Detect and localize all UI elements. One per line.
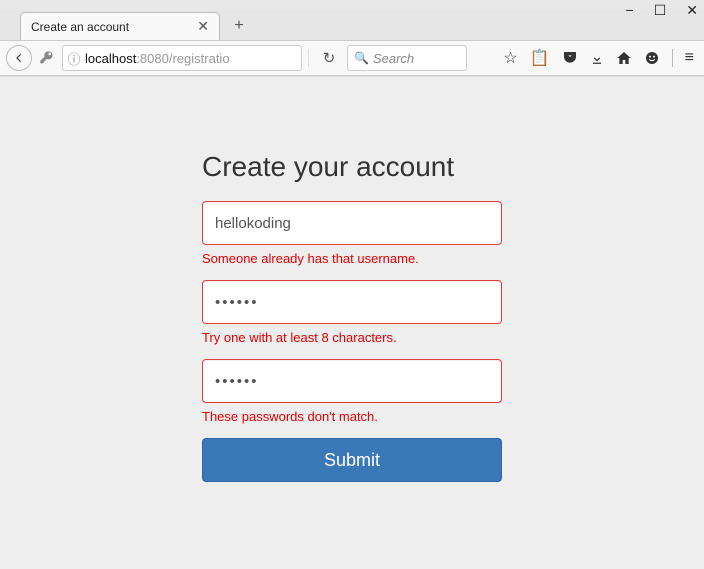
tab-strip: Create an account ✕ + (0, 10, 704, 40)
tab-title: Create an account (31, 20, 193, 34)
browser-tab[interactable]: Create an account ✕ (20, 12, 220, 40)
window-close-button[interactable]: ✕ (686, 2, 698, 19)
toolbar-divider (672, 49, 673, 67)
registration-form: Create your account Someone already has … (202, 151, 502, 569)
page-heading: Create your account (202, 151, 502, 183)
pocket-icon[interactable] (562, 50, 578, 66)
url-text: localhost:8080/registratio (85, 51, 230, 66)
password-error: Try one with at least 8 characters. (202, 330, 502, 345)
library-icon[interactable]: 📋 (530, 48, 550, 68)
window-maximize-button[interactable]: ☐ (654, 2, 667, 19)
page-content: Create your account Someone already has … (0, 76, 704, 569)
submit-button[interactable]: Submit (202, 438, 502, 482)
navigation-toolbar: ⓘ localhost:8080/registratio ↻ 🔍 Search … (0, 40, 704, 76)
downloads-icon[interactable] (590, 51, 604, 65)
search-placeholder: Search (373, 51, 414, 66)
hamburger-menu-icon[interactable]: ≡ (685, 49, 694, 67)
toolbar-icons: ☆ 📋 ≡ (503, 48, 698, 68)
window-titlebar (0, 0, 704, 10)
username-input[interactable] (202, 201, 502, 245)
tab-close-button[interactable]: ✕ (193, 18, 213, 35)
reload-button[interactable]: ↻ (315, 44, 343, 72)
identity-button[interactable] (36, 44, 58, 72)
window-minimize-button[interactable]: − (626, 2, 634, 19)
username-group: Someone already has that username. (202, 201, 502, 266)
arrow-left-icon (12, 51, 26, 65)
confirm-password-error: These passwords don't match. (202, 409, 502, 424)
bookmark-star-icon[interactable]: ☆ (503, 48, 517, 68)
info-icon: ⓘ (63, 49, 85, 68)
back-button[interactable] (6, 45, 32, 71)
address-bar[interactable]: ⓘ localhost:8080/registratio (62, 45, 302, 71)
chat-icon[interactable] (644, 50, 660, 66)
separator (308, 49, 309, 67)
username-error: Someone already has that username. (202, 251, 502, 266)
password-group: Try one with at least 8 characters. (202, 280, 502, 345)
key-icon (39, 50, 55, 66)
new-tab-button[interactable]: + (226, 15, 252, 37)
window-controls: − ☐ ✕ (626, 2, 698, 19)
confirm-password-group: These passwords don't match. (202, 359, 502, 424)
home-icon[interactable] (616, 50, 632, 66)
search-icon: 🔍 (354, 51, 369, 65)
password-input[interactable] (202, 280, 502, 324)
confirm-password-input[interactable] (202, 359, 502, 403)
search-bar[interactable]: 🔍 Search (347, 45, 467, 71)
